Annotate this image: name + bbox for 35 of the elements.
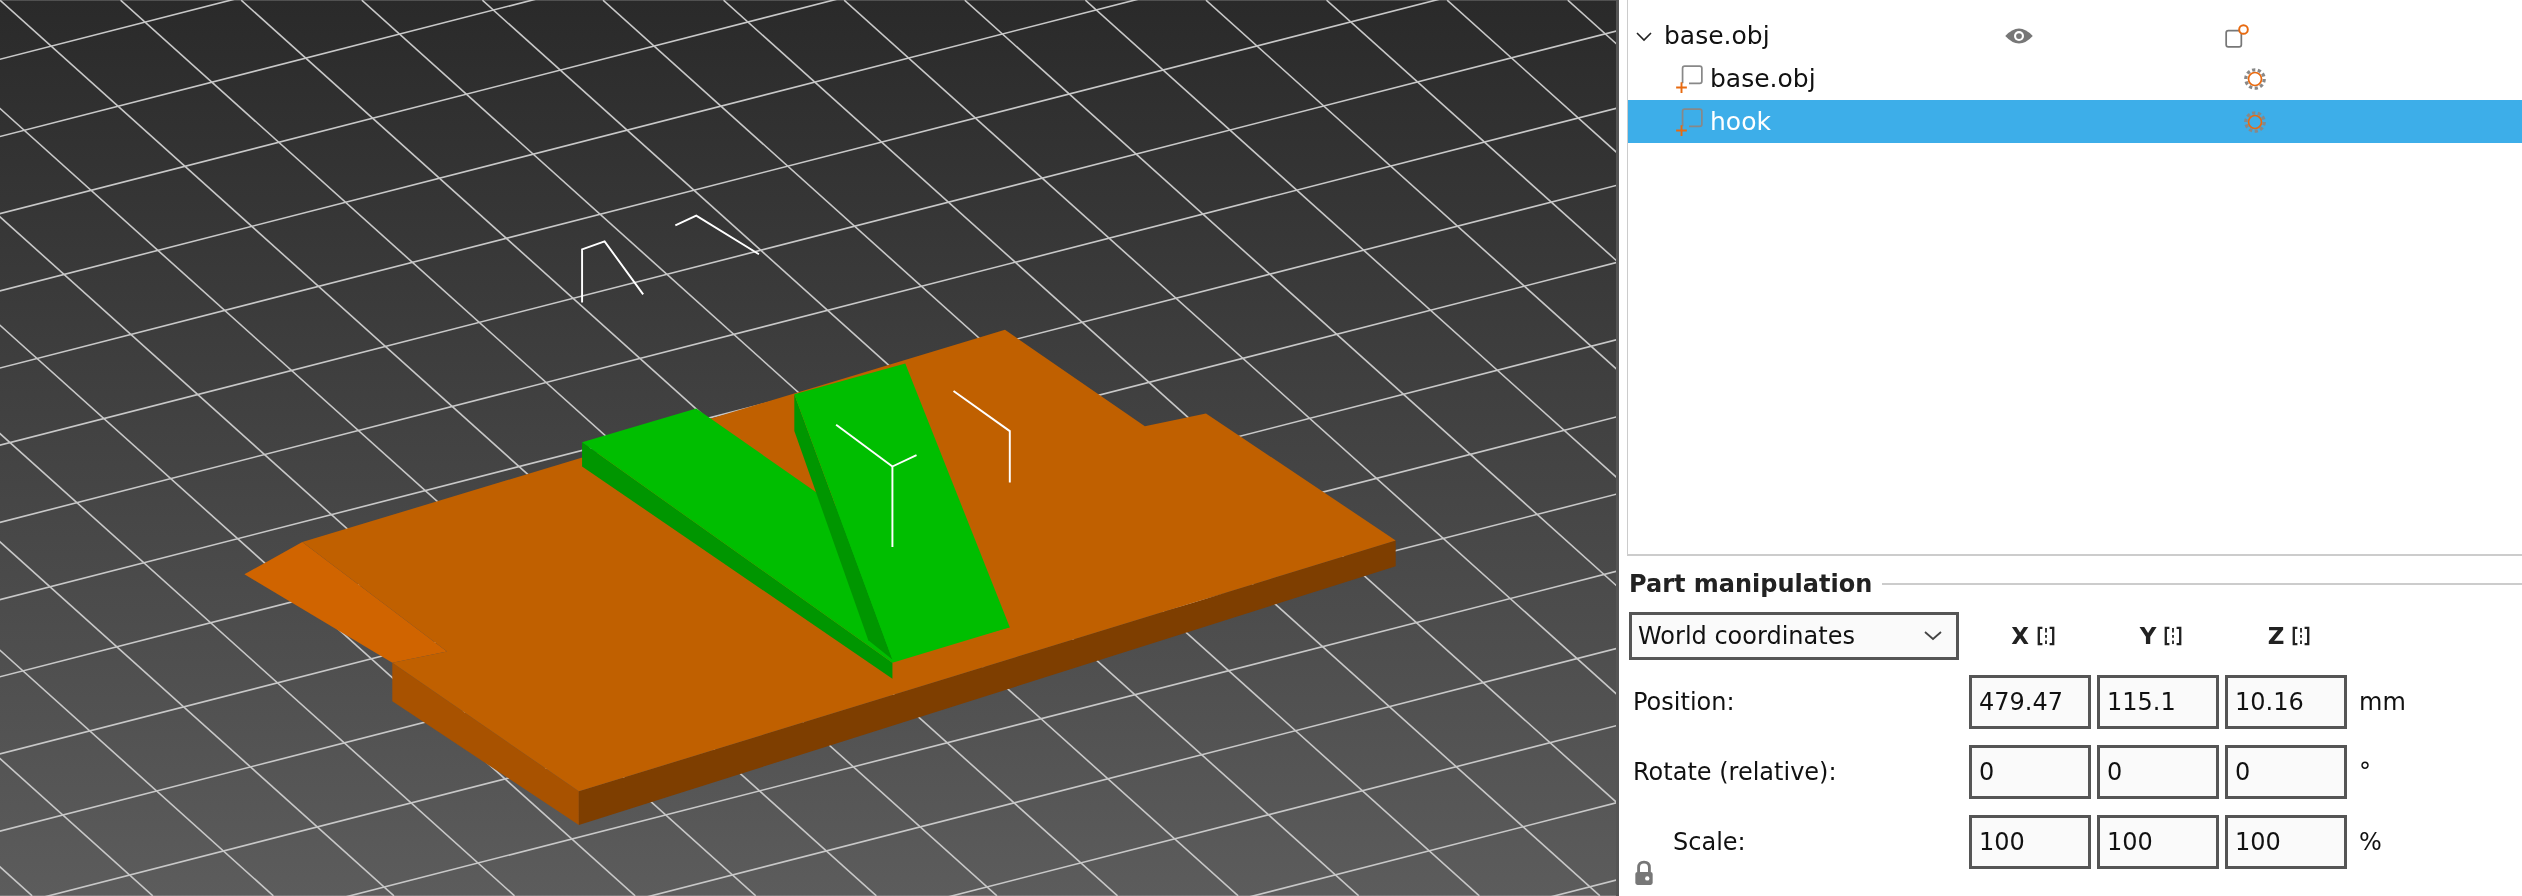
part-name: base.obj (1710, 64, 1817, 93)
axis-label: Z (2267, 623, 2285, 649)
part-list-item[interactable]: base.obj (1628, 57, 2522, 100)
section-title: Part manipulation (1629, 570, 1873, 598)
row-label: Rotate (relative): (1633, 758, 1837, 786)
number-field[interactable]: 100 (2225, 815, 2347, 869)
coordinate-system-dropdown[interactable]: World coordinates (1629, 612, 1959, 660)
unit-label: mm (2358, 688, 2407, 716)
number-field[interactable]: 0 (2225, 745, 2347, 799)
object-name: base.obj (1664, 21, 1771, 50)
part-icon (1674, 106, 1704, 137)
drop-to-bed-icon[interactable] (2292, 626, 2311, 646)
number-field[interactable]: 100 (1969, 815, 2091, 869)
number-field[interactable]: 0 (1969, 745, 2091, 799)
row-label: Position: (1633, 688, 1735, 716)
drop-to-bed-icon[interactable] (2164, 626, 2183, 646)
lock-icon[interactable] (1633, 860, 1655, 886)
object-settings-icon[interactable] (2224, 22, 2250, 49)
number-field[interactable]: 100 (2097, 815, 2219, 869)
number-field[interactable]: 0 (2097, 745, 2219, 799)
gear-icon[interactable] (2242, 65, 2268, 92)
number-field[interactable]: 10.16 (2225, 675, 2347, 729)
number-field[interactable]: 115.1 (2097, 675, 2219, 729)
3d-model-drawing[interactable] (244, 214, 1396, 826)
axis-label: X (2011, 623, 2029, 649)
unit-label: % (2358, 828, 2383, 856)
number-field[interactable]: 479.47 (1969, 675, 2091, 729)
unit-label: ° (2358, 758, 2372, 786)
object-list-item[interactable]: base.obj (1628, 14, 2522, 57)
drop-to-bed-icon[interactable] (2036, 626, 2055, 646)
part-icon (1674, 63, 1704, 94)
chevron-icon (1922, 630, 1944, 642)
part-name: hook (1710, 107, 1772, 136)
axis-label: Y (2139, 623, 2157, 649)
row-label: Scale: (1673, 828, 1746, 856)
